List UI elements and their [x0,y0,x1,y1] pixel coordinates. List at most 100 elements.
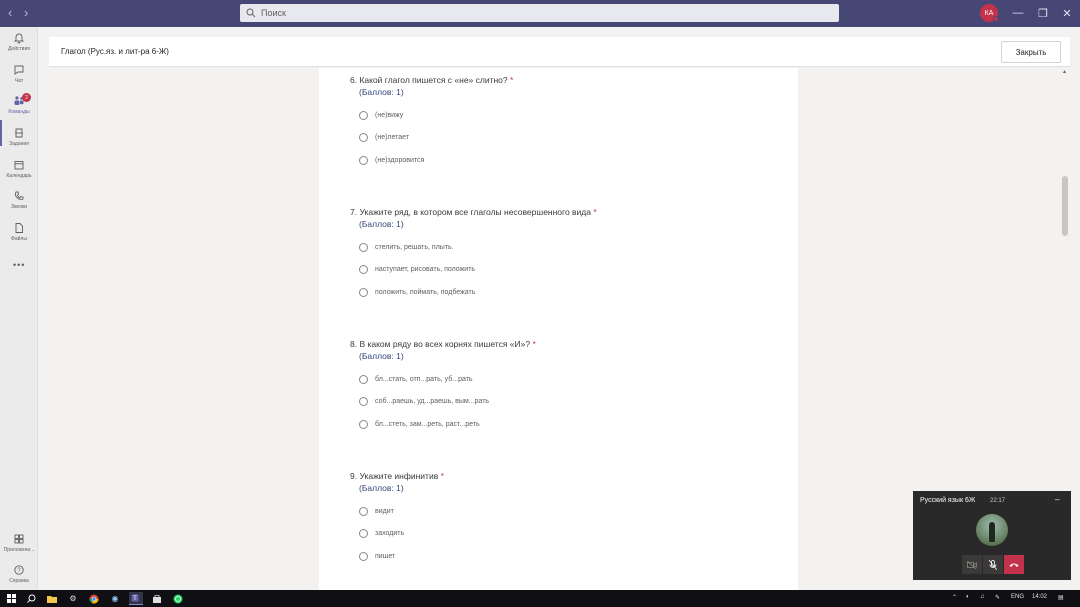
option-label: бл...стеть, зам...реть, раст...реть [375,421,480,428]
radio-button[interactable] [359,552,368,561]
answer-option[interactable]: стелить, решать, плыть. [359,243,454,252]
scroll-up-icon[interactable]: ▲ [1062,69,1068,75]
radio-button[interactable] [359,507,368,516]
calendar-icon [14,161,24,170]
answer-option[interactable]: соб...раешь, уд...раешь, вым...рать [359,397,489,406]
question-9: 9. Укажите инфинитив * (Баллов: 1) [350,470,790,494]
question-title: 6. Какой глагол пишется с «не» слитно? * [350,75,514,85]
call-window[interactable]: Русский язык 6Ж 22:17 – [913,491,1071,580]
tray-chevron-icon[interactable]: ⌃ [952,594,957,601]
answer-option[interactable]: (не)летает [359,133,409,142]
rail-item-calls[interactable]: Звонки [0,190,38,220]
radio-button[interactable] [359,133,368,142]
notifications-icon[interactable]: ▤ [1058,594,1064,601]
camera-off-icon[interactable] [962,555,982,574]
radio-button[interactable] [359,529,368,538]
rail-item-files[interactable]: Файлы [0,222,38,252]
teams-taskbar-icon[interactable]: T [129,592,143,605]
rail-item-label: Календарь [6,173,32,179]
close-button[interactable]: Закрыть [1001,41,1061,63]
radio-button[interactable] [359,375,368,384]
restore-icon[interactable]: ❐ [1033,4,1053,22]
steam-icon[interactable]: ◉ [108,592,122,605]
answer-option[interactable]: пишет [359,552,395,561]
radio-button[interactable] [359,288,368,297]
answer-option[interactable]: бл...стеть, зам...реть, раст...реть [359,420,480,429]
rail-item-apps[interactable]: Приложени... [0,533,38,563]
required-marker: * [440,471,444,481]
forward-arrow-icon[interactable]: › [24,5,28,21]
search-icon [246,8,256,18]
required-marker: * [510,75,514,85]
required-marker: * [593,207,597,217]
answer-option[interactable]: заходить [359,529,404,538]
option-label: бл...стать, отп...рать, уб...рать [375,376,473,383]
assignments-icon [15,128,23,138]
language-indicator[interactable]: ENG [1011,594,1024,600]
radio-button[interactable] [359,397,368,406]
rail-item-label: Приложени... [3,547,35,553]
taskbar-search-icon[interactable] [24,592,38,605]
question-points: (Баллов: 1) [359,219,404,229]
rail-item-label: Справка [9,578,29,584]
file-explorer-icon[interactable] [45,592,59,605]
rail-item-calendar[interactable]: Календарь [0,159,38,189]
option-label: стелить, решать, плыть. [375,244,454,251]
search-placeholder: Поиск [261,8,286,18]
answer-option[interactable]: видит [359,507,394,516]
answer-option[interactable]: наступает, рисовать, положить [359,265,475,274]
network-icon[interactable]: ◐ [966,594,970,600]
store-icon[interactable] [150,592,164,605]
radio-button[interactable] [359,243,368,252]
notification-badge: 2 [22,93,31,102]
svg-text:?: ? [17,568,21,574]
radio-button[interactable] [359,156,368,165]
answer-option[interactable]: (не)здоровится [359,156,424,165]
rail-item-assignments[interactable]: Задания [0,127,38,157]
scrollbar-thumb[interactable] [1062,176,1068,236]
radio-button[interactable] [359,111,368,120]
whatsapp-icon[interactable] [171,592,185,605]
minimize-icon[interactable]: — [1008,4,1028,22]
option-label: пишет [375,553,396,560]
rail-item-activity[interactable]: Действия [0,32,38,62]
option-label: (не)летает [375,134,410,141]
hang-up-icon[interactable] [1004,555,1024,574]
minimize-call-icon[interactable]: – [1055,495,1059,504]
mic-muted-icon[interactable] [983,555,1003,574]
question-points: (Баллов: 1) [359,87,404,97]
question-points: (Баллов: 1) [359,483,404,493]
rail-item-label: Чат [14,78,24,84]
question-6: 6. Какой глагол пишется с «не» слитно? *… [350,74,790,98]
app-rail: Действия Чат 2 Команды Задания Календарь… [0,27,38,590]
rail-item-chat[interactable]: Чат [0,64,38,94]
windows-start-icon[interactable] [4,592,18,605]
rail-item-teams[interactable]: 2 Команды [0,93,38,125]
question-title: 8. В каком ряду во всех корнях пишется «… [350,339,536,349]
option-label: заходить [375,530,405,537]
close-window-icon[interactable]: ✕ [1057,4,1077,22]
participant-avatar [976,514,1008,546]
back-arrow-icon[interactable]: ‹ [8,5,12,21]
answer-option[interactable]: (не)вижу [359,111,403,120]
volume-icon[interactable]: ♫ [980,594,985,600]
rail-item-label: Действия [8,46,30,52]
search-input[interactable]: Поиск [240,4,839,22]
radio-button[interactable] [359,420,368,429]
app-icon[interactable]: ⚙ [66,592,80,605]
more-apps-icon[interactable]: ••• [13,260,25,270]
answer-option[interactable]: бл...стать, отп...рать, уб...рать [359,375,473,384]
required-marker: * [532,339,536,349]
question-8: 8. В каком ряду во всех корнях пишется «… [350,338,790,362]
call-title: Русский язык 6Ж [920,497,976,504]
phone-icon [14,191,24,200]
pen-icon[interactable]: ✎ [995,594,1000,601]
page-title: Глагол (Рус.яз. и лит-ра 6-Ж) [61,47,169,56]
clock[interactable]: 14:02 [1032,594,1047,600]
radio-button[interactable] [359,265,368,274]
taskbar: ⚙ ◉ T ⌃ ◐ ♫ ✎ ENG 14:02 ▤ [0,590,1080,607]
chrome-icon[interactable] [87,592,101,605]
option-label: (не)здоровится [375,157,425,164]
svg-text:T: T [133,596,137,602]
answer-option[interactable]: положить, поймать, подбежать [359,288,475,297]
